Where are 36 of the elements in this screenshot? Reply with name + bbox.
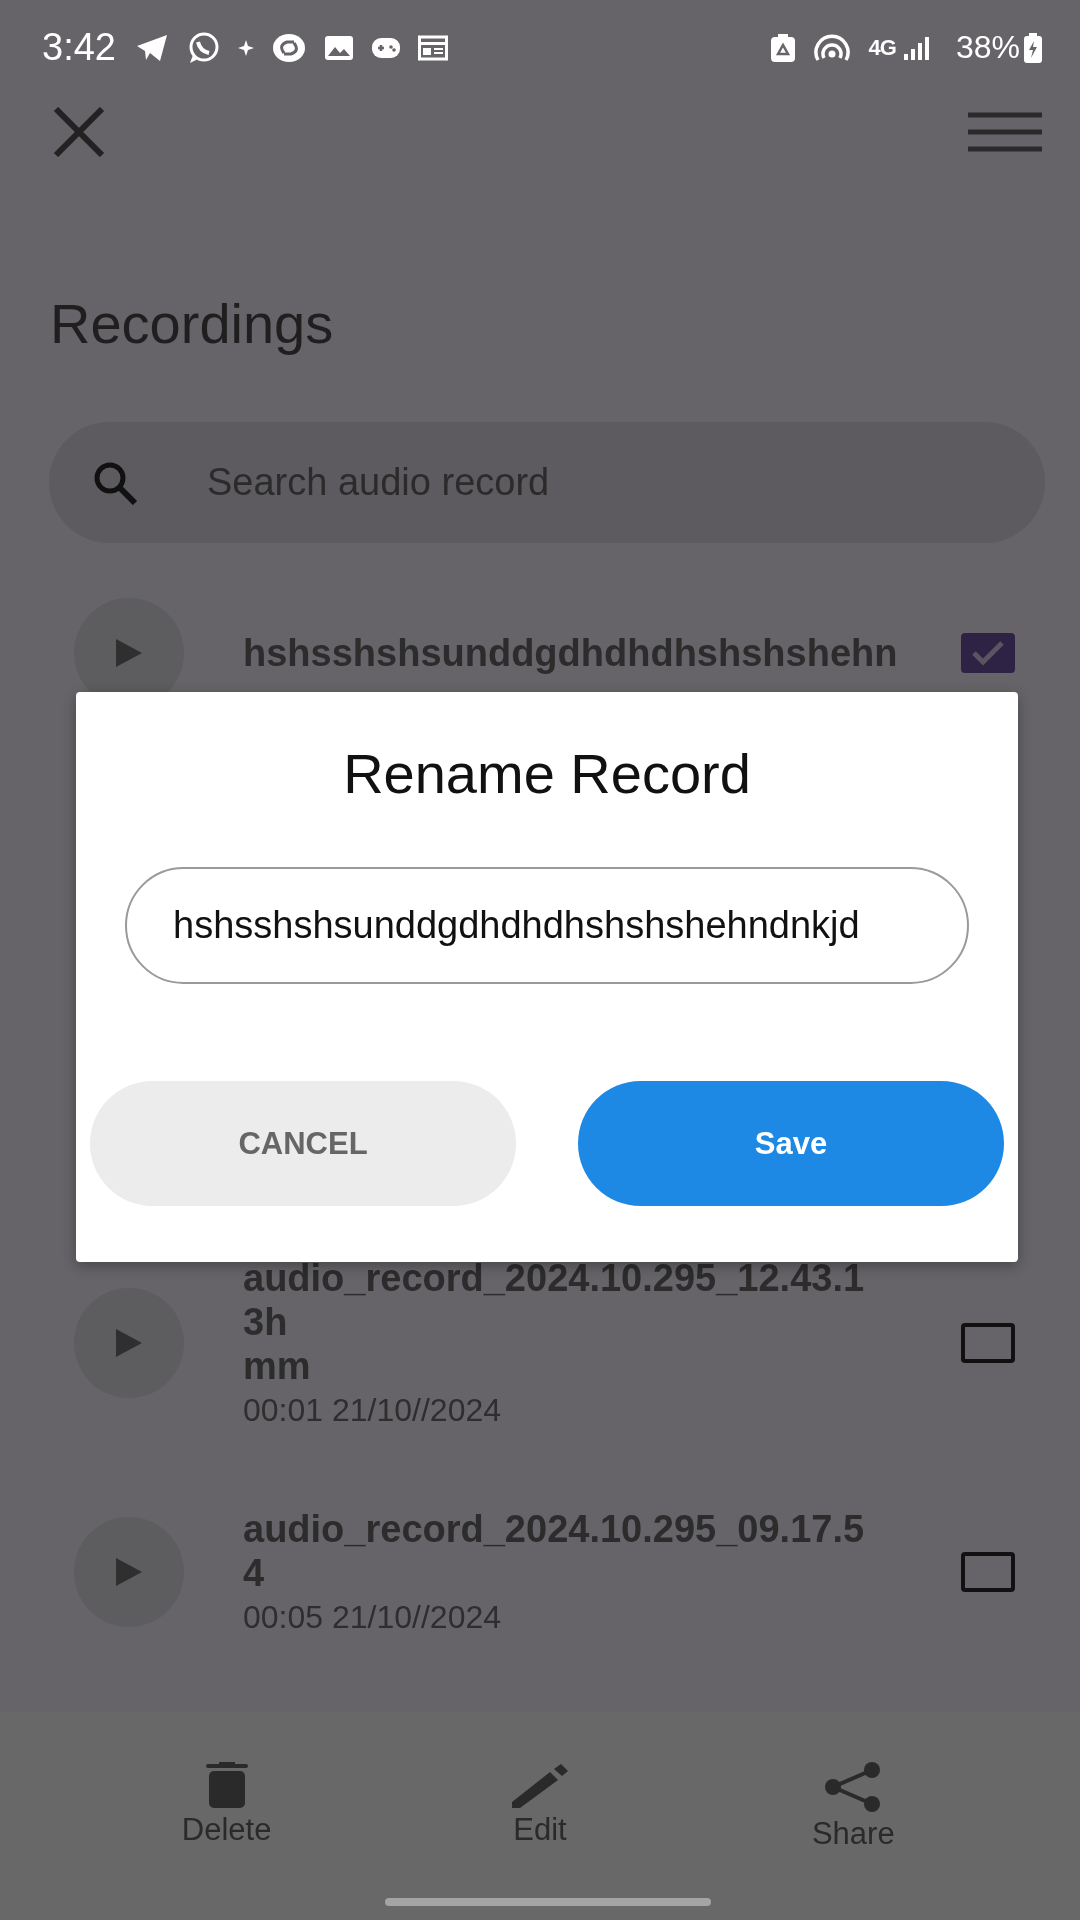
page-title: Recordings: [50, 294, 335, 354]
trash-icon: [205, 1762, 248, 1808]
checkbox[interactable]: [961, 633, 1015, 673]
recording-meta: 00:05 21/10//2024: [243, 1599, 502, 1636]
menu-icon[interactable]: [968, 112, 1042, 152]
action-button[interactable]: Delete: [126, 1762, 327, 1852]
checkbox[interactable]: [961, 1551, 1015, 1592]
hotspot-icon: [812, 33, 851, 62]
swirl-icon: [271, 32, 306, 63]
battery-charging-icon: [1024, 32, 1042, 63]
clock-time: 3:42: [42, 26, 116, 69]
play-icon: [114, 1555, 144, 1588]
play-icon: [114, 1326, 144, 1359]
recording-title: hshsshshsunddgdhdhdhshshshehn: [243, 631, 899, 675]
pencil-icon: [512, 1762, 568, 1808]
checkbox[interactable]: [961, 1322, 1015, 1363]
dialog-title: Rename Record: [342, 744, 752, 804]
action-button[interactable]: Share: [753, 1762, 954, 1852]
paper-plane-icon: [135, 33, 168, 62]
signal-icon: [903, 35, 930, 60]
network-type: 4G: [868, 34, 896, 61]
play-icon: [114, 637, 144, 669]
recording-title: audio_record_2024.10.295_09.17.5 4: [243, 1507, 866, 1595]
share-icon: [825, 1762, 882, 1812]
recording-meta: 00:01 21/10//2024: [243, 1392, 502, 1429]
checkmark-icon: [971, 640, 1005, 666]
battery-percent: 38%: [955, 29, 1020, 66]
calendar-icon: [417, 34, 448, 61]
cancel-button[interactable]: CANCEL: [90, 1081, 516, 1206]
recording-title: audio_record_2024.10.295_12.43.1 3h mm: [243, 1256, 866, 1388]
action-button[interactable]: Edit: [440, 1762, 640, 1852]
name-input-field[interactable]: hshsshshsunddgdhdhdhshshshehndnkjd: [125, 867, 969, 984]
sparkle-icon: [237, 39, 254, 56]
save-button[interactable]: Save: [578, 1081, 1004, 1206]
image-icon: [323, 34, 354, 61]
gamepad-icon: [371, 35, 400, 60]
